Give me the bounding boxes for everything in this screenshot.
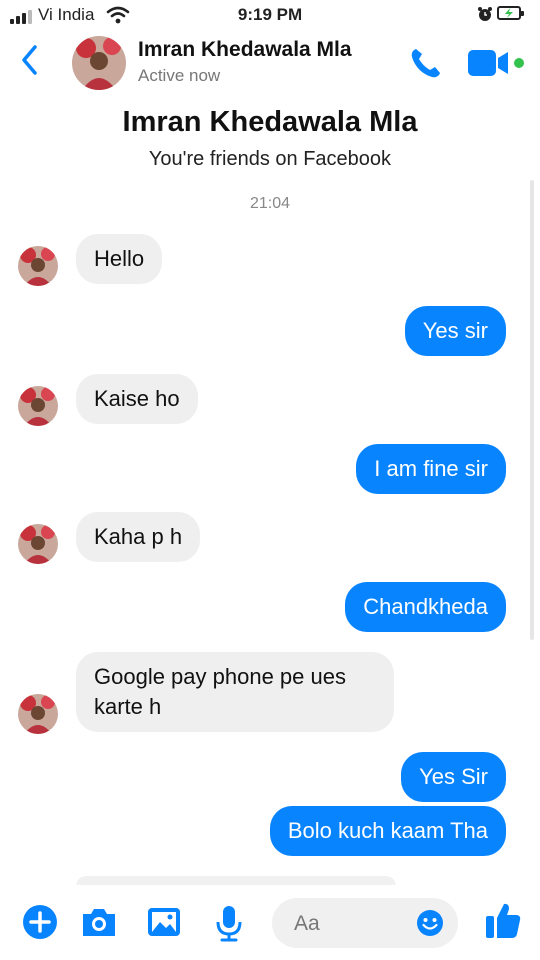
- emoji-icon[interactable]: [416, 909, 444, 937]
- video-camera-icon[interactable]: [468, 50, 528, 76]
- clock: 9:19 PM: [237, 5, 303, 24]
- message-outgoing[interactable]: Chandkheda: [345, 582, 506, 632]
- camera-icon[interactable]: [80, 904, 118, 940]
- chat-header: Imran Khedawala Mla Active now: [0, 30, 540, 100]
- message-outgoing[interactable]: Bolo kuch kaam Tha: [269, 806, 506, 856]
- alarm-icon: [478, 7, 492, 21]
- contact-avatar[interactable]: [72, 36, 126, 90]
- message-incoming[interactable]: Google pay phone pe ues karte h: [76, 652, 394, 732]
- friendship-note: You're friends on Facebook: [148, 148, 392, 170]
- sender-avatar[interactable]: [18, 694, 58, 734]
- plus-circle-icon[interactable]: [22, 904, 58, 940]
- message-outgoing[interactable]: Yes Sir: [401, 752, 506, 802]
- sender-avatar[interactable]: [18, 524, 58, 564]
- scrollbar[interactable]: [530, 180, 534, 640]
- status-bar: Vi India 9:19 PM: [0, 0, 540, 30]
- presence-status: Active now: [138, 66, 221, 85]
- message-input-container[interactable]: [272, 898, 458, 950]
- message-incoming[interactable]: Kaise ho: [76, 374, 198, 424]
- phone-icon[interactable]: [408, 45, 444, 81]
- message-outgoing[interactable]: I am fine sir: [356, 444, 506, 494]
- message-incoming[interactable]: Hello: [76, 234, 163, 284]
- thumbs-up-icon[interactable]: [484, 900, 522, 940]
- chevron-left-icon[interactable]: [20, 44, 40, 76]
- message-input[interactable]: [292, 898, 406, 950]
- microphone-icon[interactable]: [214, 904, 244, 942]
- conversation-timestamp: 21:04: [249, 195, 291, 212]
- contact-name: Imran Khedawala Mla: [138, 38, 352, 61]
- message-incoming[interactable]: Kaha p h: [76, 512, 201, 562]
- message-outgoing[interactable]: Yes sir: [404, 306, 506, 356]
- profile-name: Imran Khedawala Mla: [122, 106, 418, 138]
- image-icon[interactable]: [146, 904, 182, 940]
- battery-icon: [497, 6, 524, 20]
- sender-avatar[interactable]: [18, 246, 58, 286]
- sender-avatar[interactable]: [18, 386, 58, 426]
